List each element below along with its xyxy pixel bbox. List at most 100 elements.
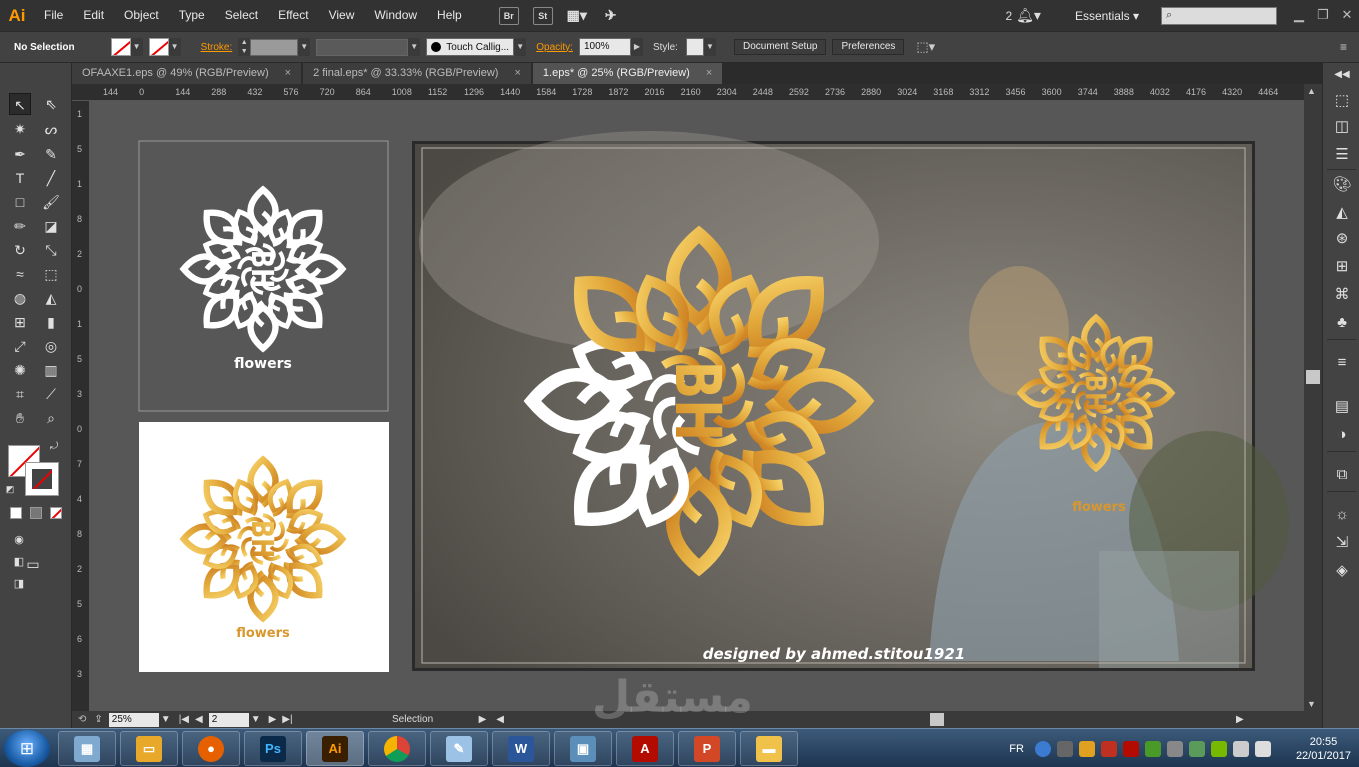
graphic-style-swatch[interactable]: [685, 38, 704, 56]
volume-tray-icon[interactable]: [1254, 740, 1271, 757]
mic-tray-icon[interactable]: [1056, 740, 1073, 757]
brushes-panel-icon[interactable]: ⌘: [1332, 285, 1352, 305]
export-panel-icon[interactable]: ⇲: [1332, 533, 1352, 553]
symbols-panel-icon[interactable]: ♣: [1332, 313, 1352, 333]
close-tab-icon[interactable]: ×: [514, 63, 520, 84]
fill-dropdown[interactable]: ▼: [130, 38, 143, 56]
artboard-dropdown-icon[interactable]: ▼: [251, 714, 261, 725]
stroke-weight-dropdown[interactable]: ▼: [298, 38, 311, 56]
transparency-panel-icon[interactable]: ◑: [1332, 425, 1352, 445]
last-artboard-icon[interactable]: ▶|: [282, 714, 292, 725]
transform-panel-icon[interactable]: ⬚: [1332, 91, 1352, 111]
menu-help[interactable]: Help: [427, 0, 472, 31]
drawing-modes-icon[interactable]: ◉ ◧ ◨: [8, 529, 30, 590]
network-tray-icon[interactable]: [1188, 740, 1205, 757]
color-panel-icon[interactable]: 🎨︎: [1332, 175, 1352, 195]
lasso-tool-icon[interactable]: ᔕ: [40, 118, 62, 140]
pdf-tray-icon[interactable]: [1100, 740, 1117, 757]
app-tray-icon[interactable]: [1078, 740, 1095, 757]
maximize-button[interactable]: ❐: [1311, 7, 1335, 25]
fill-swatch[interactable]: [110, 38, 131, 56]
symbol-sprayer-tool-icon[interactable]: ✺: [9, 359, 31, 381]
pen-tool-icon[interactable]: ✒: [9, 143, 31, 165]
artboard-number-field[interactable]: 2: [208, 712, 249, 727]
column-graph-tool-icon[interactable]: ▥: [40, 359, 62, 381]
scale-tool-icon[interactable]: ⤡: [40, 239, 62, 261]
bridge-button[interactable]: Br: [498, 6, 519, 25]
next-artboard-icon[interactable]: ▶: [269, 714, 277, 725]
menu-edit[interactable]: Edit: [73, 0, 114, 31]
vertical-scrollbar[interactable]: ▲ ▼: [1304, 84, 1322, 711]
hand-tool-icon[interactable]: ✋︎: [9, 407, 31, 429]
stroke-stepper[interactable]: ▲ ▼: [238, 38, 251, 56]
language-indicator[interactable]: FR: [1009, 743, 1024, 755]
taskbar-app-acrobat[interactable]: A: [616, 731, 674, 766]
canvas-area[interactable]: BH flowers BH flowers BH BH flowers desi…: [89, 101, 1304, 711]
free-transform-tool-icon[interactable]: ⬚: [40, 263, 62, 285]
menu-select[interactable]: Select: [215, 0, 268, 31]
taskbar-app-firefox[interactable]: ●: [182, 731, 240, 766]
artboards-panel-icon[interactable]: ⧉: [1332, 465, 1352, 485]
color-guide-panel-icon[interactable]: ◭: [1332, 203, 1352, 223]
taskbar-app-photoshop[interactable]: Ps: [244, 731, 302, 766]
eyedropper-tool-icon[interactable]: ⤢: [9, 335, 31, 357]
menu-file[interactable]: File: [34, 0, 73, 31]
graphic-styles-panel-icon[interactable]: ☼: [1332, 505, 1352, 525]
horizontal-ruler[interactable]: 144 0 144 288 432 576 720 864 1008 1152 1296 1440 15…: [72, 84, 1304, 101]
status-tool-name[interactable]: Selection: [353, 714, 473, 725]
default-fill-stroke-icon[interactable]: ◩: [4, 483, 16, 495]
profile-dropdown[interactable]: ▼: [408, 38, 421, 56]
color-mode-button[interactable]: [10, 507, 22, 519]
menu-window[interactable]: Window: [364, 0, 427, 31]
stroke-swatch[interactable]: [148, 38, 169, 56]
workspace-switcher[interactable]: Essentials ▾: [1075, 9, 1139, 23]
scroll-up-icon[interactable]: ▲: [1307, 86, 1316, 96]
close-button[interactable]: ✕: [1335, 7, 1359, 25]
hscroll-left-icon[interactable]: ◀: [496, 714, 504, 725]
type-tool-icon[interactable]: T: [9, 167, 31, 189]
swap-fill-stroke-icon[interactable]: ⤾: [48, 441, 60, 453]
brush-dropdown[interactable]: ▼: [514, 38, 527, 56]
arrange-documents-icon[interactable]: ▦▾: [567, 7, 587, 25]
preferences-button[interactable]: Preferences: [832, 39, 905, 55]
bell-icon[interactable]: 🔔︎▾: [1016, 7, 1041, 24]
help-tray-icon[interactable]: [1034, 740, 1051, 757]
rectangle-tool-icon[interactable]: □: [9, 191, 31, 213]
taskbar-app-chrome[interactable]: [368, 731, 426, 766]
collapse-panels-icon[interactable]: ◀◀: [1332, 65, 1352, 85]
menu-effect[interactable]: Effect: [268, 0, 318, 31]
share-icon[interactable]: ⇪: [94, 714, 102, 725]
nvidia-tray-icon[interactable]: [1210, 740, 1227, 757]
gradient-mode-button[interactable]: [30, 507, 42, 519]
minimize-button[interactable]: ▁: [1287, 7, 1311, 25]
artboard-tool-icon[interactable]: ⌗: [9, 383, 31, 405]
taskbar-app-calculator[interactable]: ▦: [58, 731, 116, 766]
stroke-dropdown[interactable]: ▼: [168, 38, 181, 56]
gpu-performance-icon[interactable]: ✈: [601, 7, 621, 25]
style-dropdown[interactable]: ▼: [703, 38, 716, 56]
help-search-input[interactable]: ⌕: [1161, 6, 1277, 25]
layers-panel-icon[interactable]: ◈: [1332, 561, 1352, 581]
swatches-panel-icon[interactable]: ⊞: [1332, 257, 1352, 277]
stroke-weight-field[interactable]: [250, 38, 299, 56]
slice-tool-icon[interactable]: ⟋: [40, 383, 62, 405]
close-tab-icon[interactable]: ×: [706, 63, 712, 84]
opacity-label[interactable]: Opacity:: [536, 42, 573, 53]
start-button[interactable]: ⊞: [4, 730, 50, 767]
menu-type[interactable]: Type: [169, 0, 215, 31]
vertical-ruler[interactable]: 1 5 1 8 2 0 1 5 3 0 7 4 8 2 5 6 3: [72, 101, 89, 711]
stroke-label[interactable]: Stroke:: [201, 42, 233, 53]
gradient-panel-icon[interactable]: ▤: [1332, 397, 1352, 417]
magic-wand-tool-icon[interactable]: ✷: [9, 118, 31, 140]
taskbar-app-explorer[interactable]: ▭: [120, 731, 178, 766]
torrent-tray-icon[interactable]: [1144, 740, 1161, 757]
eraser-tool-icon[interactable]: ◪: [40, 215, 62, 237]
stock-button[interactable]: St: [532, 6, 553, 25]
appearance-panel-icon[interactable]: ⊛: [1332, 229, 1352, 249]
gradient-tool-icon[interactable]: ▮: [40, 311, 62, 333]
hscroll-right-icon[interactable]: ▶: [1236, 714, 1244, 725]
taskbar-app-folder[interactable]: ▬: [740, 731, 798, 766]
pencil-tool-icon[interactable]: ✏: [9, 215, 31, 237]
shape-builder-tool-icon[interactable]: ◍: [9, 287, 31, 309]
variable-width-profile[interactable]: [316, 38, 409, 56]
